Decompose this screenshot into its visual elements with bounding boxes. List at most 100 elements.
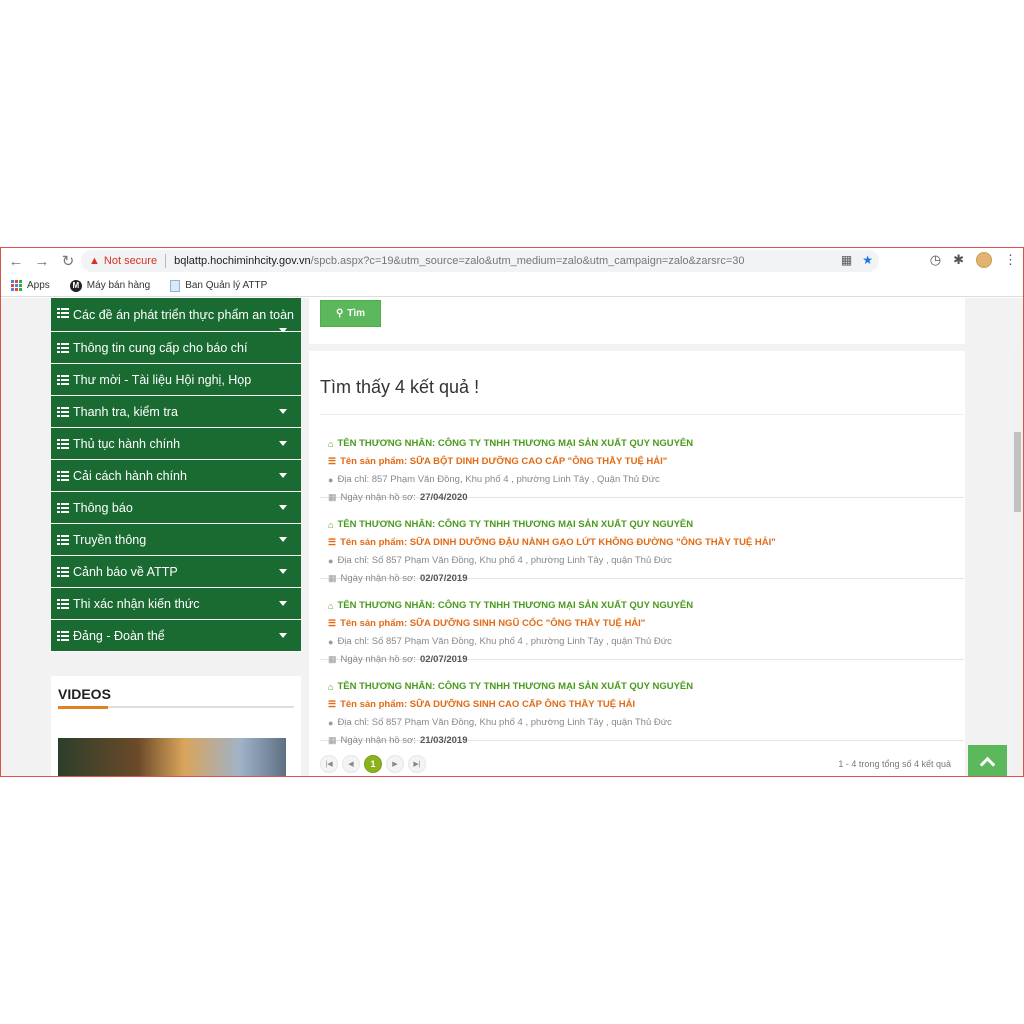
result-merchant[interactable]: ⌂ TÊN THƯƠNG NHÂN: CÔNG TY TNHH THƯƠNG MẠ… bbox=[328, 681, 693, 692]
result-product[interactable]: ☰ Tên sản phẩm: SỮA DINH DƯỠNG ĐẬU NÀNH G… bbox=[328, 537, 776, 548]
first-page-button[interactable]: |◀ bbox=[320, 755, 338, 773]
browser-window: ← → ↻ ▲ Not secure bqlattp.hochiminhcity… bbox=[0, 247, 1024, 777]
map-pin-icon: ● bbox=[328, 474, 334, 485]
caret-down-icon[interactable] bbox=[279, 633, 287, 638]
page-scrollbar[interactable] bbox=[1012, 348, 1023, 776]
caret-down-icon[interactable] bbox=[279, 505, 287, 510]
map-pin-icon: ● bbox=[328, 555, 334, 566]
prev-page-button[interactable]: ◀ bbox=[342, 755, 360, 773]
caret-down-icon[interactable] bbox=[279, 537, 287, 542]
sidebar-item-thu-tuc[interactable]: Thủ tục hành chính bbox=[51, 428, 301, 460]
video-thumbnail[interactable] bbox=[58, 738, 286, 776]
sidebar-item-thi-xac-nhan[interactable]: Thi xác nhận kiến thức bbox=[51, 588, 301, 620]
scrollbar-thumb[interactable] bbox=[1014, 432, 1021, 512]
page-content: Các đề án phát triển thực phẩm an toàn T… bbox=[1, 298, 1023, 776]
address-bar[interactable]: ▲ Not secure bqlattp.hochiminhcity.gov.v… bbox=[81, 250, 879, 272]
product-text: Tên sản phẩm: SỮA DINH DƯỠNG ĐẬU NÀNH GẠ… bbox=[340, 537, 776, 548]
page-button-current[interactable]: 1 bbox=[364, 755, 382, 773]
profile-avatar[interactable] bbox=[976, 252, 992, 268]
sidebar-item-cai-cach[interactable]: Cải cách hành chính bbox=[51, 460, 301, 492]
extensions-icon[interactable]: ✱ bbox=[953, 252, 964, 268]
date-label: Ngày nhận hồ sơ: bbox=[340, 735, 416, 746]
pagination: |◀ ◀ 1 ▶ ▶| bbox=[320, 755, 426, 773]
bookmark-apps[interactable]: Apps bbox=[11, 280, 50, 291]
list-icon bbox=[57, 470, 69, 481]
result-merchant[interactable]: ⌂ TÊN THƯƠNG NHÂN: CÔNG TY TNHH THƯƠNG MẠ… bbox=[328, 438, 693, 449]
sidebar-item-thong-bao[interactable]: Thông báo bbox=[51, 492, 301, 524]
home-icon: ⌂ bbox=[328, 600, 334, 611]
list-icon: ☰ bbox=[328, 618, 337, 628]
back-icon[interactable]: ← bbox=[5, 250, 27, 272]
sidebar-item-de-an[interactable]: Các đề án phát triển thực phẩm an toàn bbox=[51, 298, 301, 333]
menu-icon[interactable]: ⋮ bbox=[1004, 252, 1017, 268]
sidebar-item-label: Thanh tra, kiểm tra bbox=[73, 404, 178, 419]
list-icon bbox=[57, 374, 69, 385]
forward-icon[interactable]: → bbox=[31, 250, 53, 272]
caret-down-icon[interactable] bbox=[279, 473, 287, 478]
page-icon bbox=[170, 279, 181, 292]
sidebar-item-thanh-tra[interactable]: Thanh tra, kiểm tra bbox=[51, 396, 301, 428]
caret-down-icon[interactable] bbox=[279, 441, 287, 446]
home-icon: ⌂ bbox=[328, 519, 334, 530]
pagination-info: 1 - 4 trong tổng số 4 kết quả bbox=[838, 759, 951, 769]
result-item: ⌂ TÊN THƯƠNG NHÂN: CÔNG TY TNHH THƯƠNG MẠ… bbox=[320, 498, 964, 584]
caret-down-icon[interactable] bbox=[279, 569, 287, 574]
star-icon[interactable]: ★ bbox=[862, 253, 873, 267]
chevron-up-icon bbox=[979, 756, 996, 772]
merchant-text: TÊN THƯƠNG NHÂN: CÔNG TY TNHH THƯƠNG MẠI… bbox=[337, 600, 694, 611]
address-text: Địa chỉ: 857 Phạm Văn Đồng, Khu phố 4 , … bbox=[337, 474, 660, 485]
bookmark-label: Ban Quản lý ATTP bbox=[185, 280, 268, 291]
bookmark-attp[interactable]: Ban Quản lý ATTP bbox=[170, 279, 268, 292]
videos-widget: VIDEOS bbox=[51, 676, 301, 776]
caret-down-icon[interactable] bbox=[279, 601, 287, 606]
sidebar-item-dang-doan-the[interactable]: Đảng - Đoàn thể bbox=[51, 620, 301, 652]
product-text: Tên sản phẩm: SỮA DƯỠNG SINH NGŨ CỐC "ÔN… bbox=[340, 618, 646, 629]
sidebar-item-thu-moi[interactable]: Thư mời - Tài liệu Hội nghị, Họp bbox=[51, 364, 301, 396]
address-text: Địa chỉ: Số 857 Phạm Văn Đồng, Khu phố 4… bbox=[337, 555, 672, 566]
map-pin-icon: ● bbox=[328, 717, 334, 728]
next-page-button[interactable]: ▶ bbox=[386, 755, 404, 773]
result-item: ⌂ TÊN THƯƠNG NHÂN: CÔNG TY TNHH THƯƠNG MẠ… bbox=[320, 579, 964, 665]
result-date: ▦ Ngày nhận hồ sơ: 21/03/2019 bbox=[328, 735, 467, 746]
sidebar-item-truyen-thong[interactable]: Truyền thông bbox=[51, 524, 301, 556]
list-icon bbox=[57, 598, 69, 609]
url-path: /spcb.aspx?c=19&utm_source=zalo&utm_medi… bbox=[310, 255, 745, 267]
videos-title: VIDEOS bbox=[58, 686, 111, 702]
bookmark-label: Máy bán hàng bbox=[86, 280, 151, 291]
reload-icon[interactable]: ↻ bbox=[57, 250, 79, 272]
result-address: ● Địa chỉ: Số 857 Phạm Văn Đồng, Khu phố … bbox=[328, 717, 672, 728]
sidebar-item-canh-bao[interactable]: Cảnh báo về ATTP bbox=[51, 556, 301, 588]
sidebar-item-label: Cảnh báo về ATTP bbox=[73, 564, 178, 579]
sidebar-item-label: Cải cách hành chính bbox=[73, 468, 187, 483]
list-icon bbox=[57, 406, 69, 417]
back-to-top-button[interactable] bbox=[968, 745, 1007, 776]
product-text: Tên sản phẩm: SỮA BỘT DINH DƯỠNG CAO CẤP… bbox=[340, 456, 668, 467]
list-icon bbox=[57, 630, 69, 641]
merchant-text: TÊN THƯƠNG NHÂN: CÔNG TY TNHH THƯƠNG MẠI… bbox=[337, 519, 694, 530]
result-product[interactable]: ☰ Tên sản phẩm: SỮA DƯỠNG SINH NGŨ CỐC "Ô… bbox=[328, 618, 645, 629]
sidebar-item-label: Các đề án phát triển thực phẩm an toàn bbox=[73, 308, 295, 322]
sidebar-item-label: Thủ tục hành chính bbox=[73, 436, 181, 451]
translate-icon[interactable]: ▦ bbox=[841, 253, 852, 267]
caret-down-icon[interactable] bbox=[279, 409, 287, 414]
result-address: ● Địa chỉ: Số 857 Phạm Văn Đồng, Khu phố … bbox=[328, 636, 672, 647]
address-text: Địa chỉ: Số 857 Phạm Văn Đồng, Khu phố 4… bbox=[337, 717, 672, 728]
browser-toolbar: ← → ↻ ▲ Not secure bqlattp.hochiminhcity… bbox=[1, 248, 1023, 274]
security-label[interactable]: Not secure bbox=[104, 255, 157, 267]
bookmark-may-ban-hang[interactable]: M Máy bán hàng bbox=[69, 279, 151, 292]
list-icon: ☰ bbox=[328, 456, 337, 466]
result-product[interactable]: ☰ Tên sản phẩm: SỮA BỘT DINH DƯỠNG CAO CẤ… bbox=[328, 456, 667, 467]
list-icon bbox=[57, 534, 69, 545]
result-merchant[interactable]: ⌂ TÊN THƯƠNG NHÂN: CÔNG TY TNHH THƯƠNG MẠ… bbox=[328, 600, 693, 611]
last-page-button[interactable]: ▶| bbox=[408, 755, 426, 773]
product-text: Tên sản phẩm: SỮA DƯỠNG SINH CAO CẤP ÔNG… bbox=[340, 699, 636, 710]
search-button[interactable]: ⚲ Tìm bbox=[320, 300, 381, 327]
result-product[interactable]: ☰ Tên sản phẩm: SỮA DƯỠNG SINH CAO CẤP ÔN… bbox=[328, 699, 635, 710]
list-icon bbox=[57, 438, 69, 449]
bookmarks-bar: Apps M Máy bán hàng Ban Quản lý ATTP bbox=[1, 275, 1023, 297]
performance-icon[interactable]: ◷ bbox=[930, 252, 941, 268]
result-merchant[interactable]: ⌂ TÊN THƯƠNG NHÂN: CÔNG TY TNHH THƯƠNG MẠ… bbox=[328, 519, 693, 530]
result-item: ⌂ TÊN THƯƠNG NHÂN: CÔNG TY TNHH THƯƠNG MẠ… bbox=[320, 417, 964, 503]
results-divider bbox=[320, 414, 964, 415]
sidebar-item-bao-chi[interactable]: Thông tin cung cấp cho báo chí bbox=[51, 332, 301, 364]
